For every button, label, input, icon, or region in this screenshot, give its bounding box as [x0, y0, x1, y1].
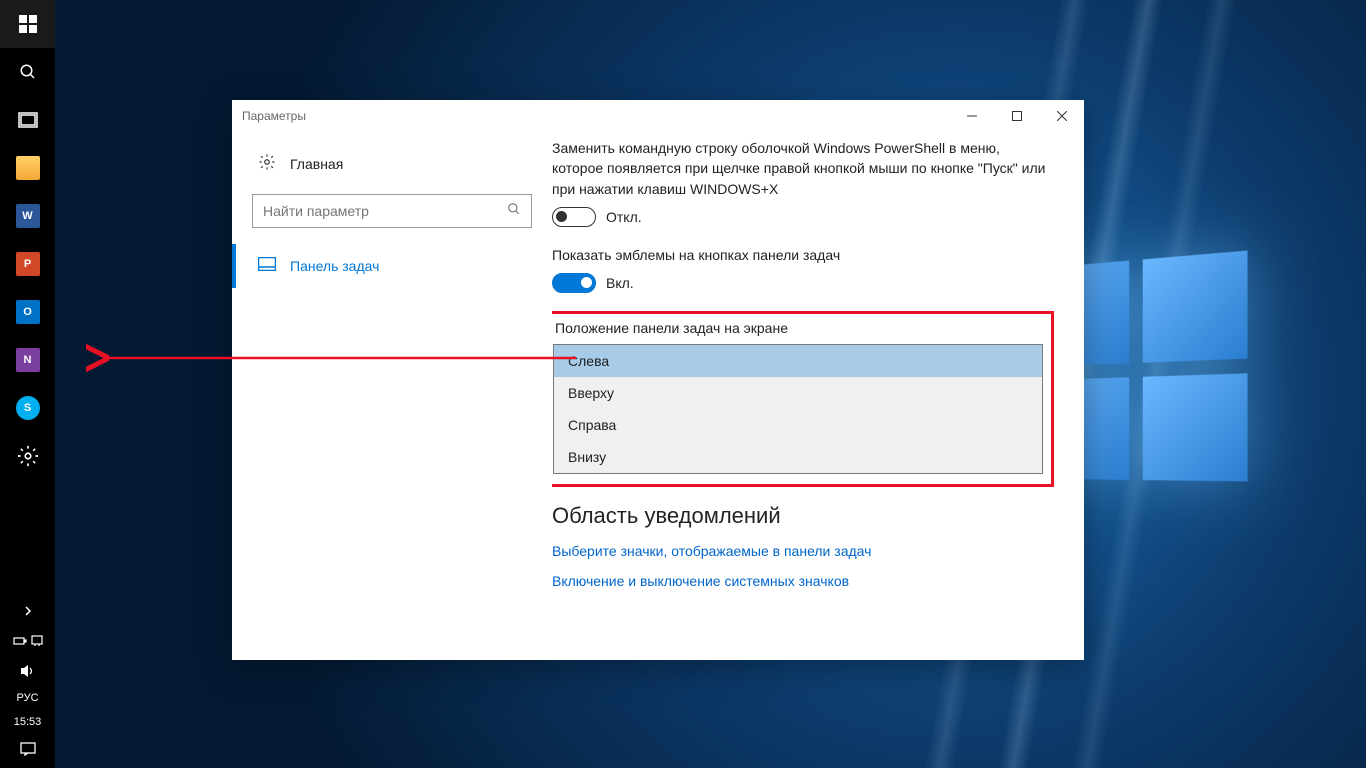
taskbar: W P O N S РУС 15:53 [0, 0, 55, 768]
tray-language[interactable]: РУС [0, 686, 55, 710]
titlebar[interactable]: Параметры [232, 100, 1084, 132]
settings-window: Параметры Главная [232, 100, 1084, 660]
sidebar: Главная Панель задач [232, 132, 552, 660]
tray-volume-icon[interactable] [0, 656, 55, 686]
search-input[interactable] [263, 203, 507, 219]
maximize-button[interactable] [994, 100, 1039, 132]
position-dropdown[interactable]: Слева Вверху Справа Внизу [553, 344, 1043, 474]
powershell-toggle-state: Откл. [606, 209, 642, 225]
main-panel: Заменить командную строку оболочкой Wind… [552, 132, 1084, 660]
position-option-right[interactable]: Справа [554, 409, 1042, 441]
taskbar-app-file-explorer[interactable] [0, 144, 55, 192]
start-button[interactable] [0, 0, 55, 48]
gear-icon [258, 153, 276, 176]
taskbar-app-settings[interactable] [0, 432, 55, 480]
badges-toggle-state: Вкл. [606, 275, 634, 291]
taskbar-app-outlook[interactable]: O [0, 288, 55, 336]
link-select-icons[interactable]: Выберите значки, отображаемые в панели з… [552, 543, 1054, 559]
search-icon[interactable] [0, 48, 55, 96]
task-view-icon[interactable] [0, 96, 55, 144]
search-box[interactable] [252, 194, 532, 228]
position-option-bottom[interactable]: Внизу [554, 441, 1042, 473]
taskbar-app-skype[interactable]: S [0, 384, 55, 432]
taskbar-app-powerpoint[interactable]: P [0, 240, 55, 288]
link-system-icons[interactable]: Включение и выключение системных значков [552, 573, 1054, 589]
powershell-description: Заменить командную строку оболочкой Wind… [552, 138, 1054, 199]
taskbar-icon [258, 257, 276, 276]
tray-notifications-icon[interactable] [0, 734, 55, 764]
position-highlight-box: Положение панели задач на экране Слева В… [552, 311, 1054, 487]
powershell-toggle[interactable] [552, 207, 596, 227]
window-title: Параметры [242, 109, 306, 123]
notification-area-heading: Область уведомлений [552, 503, 1054, 529]
taskbar-app-word[interactable]: W [0, 192, 55, 240]
position-option-top[interactable]: Вверху [554, 377, 1042, 409]
home-nav[interactable]: Главная [252, 142, 532, 186]
tray-expand-icon[interactable] [0, 596, 55, 626]
close-button[interactable] [1039, 100, 1084, 132]
search-icon [507, 202, 521, 221]
position-option-left[interactable]: Слева [554, 345, 1042, 377]
badges-toggle[interactable] [552, 273, 596, 293]
tray-battery-network-icon[interactable] [0, 626, 55, 656]
taskbar-app-onenote[interactable]: N [0, 336, 55, 384]
tray-clock[interactable]: 15:53 [0, 710, 55, 734]
minimize-button[interactable] [949, 100, 994, 132]
sidebar-item-label: Панель задач [290, 258, 379, 274]
home-label: Главная [290, 156, 343, 172]
position-label: Положение панели задач на экране [555, 318, 1043, 338]
sidebar-item-taskbar[interactable]: Панель задач [232, 244, 532, 288]
badges-label: Показать эмблемы на кнопках панели задач [552, 245, 1054, 265]
